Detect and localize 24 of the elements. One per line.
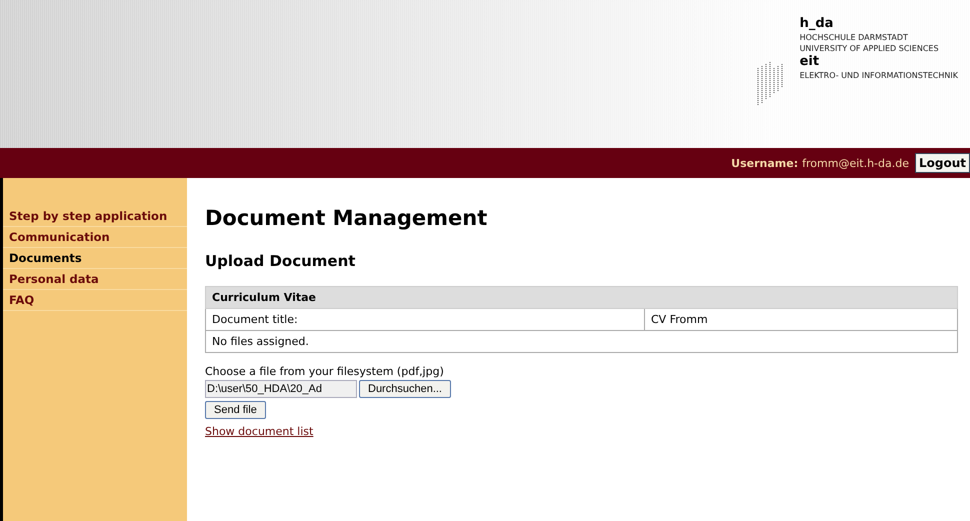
username-value: fromm@eit.h-da.de [802,156,909,170]
logo-subtitle: UNIVERSITY OF APPLIED SCIENCES [800,43,940,54]
logo-name: h_da [800,16,834,32]
logout-button[interactable]: Logout [914,153,970,173]
table-cell: Document title: [206,308,644,330]
table-cell: No files assigned. [206,330,958,352]
nav-link[interactable]: Documents [3,248,187,269]
nav-link[interactable]: Step by step application [3,206,187,227]
nav-link[interactable]: Personal data [3,269,187,290]
logo-subtitle: HOCHSCHULE DARMSTADT [800,32,909,43]
nav-link[interactable]: Communication [3,227,187,248]
department-name: eit [800,54,820,70]
upload-prompt: Choose a file from your filesystem (pdf,jpg) [205,365,444,378]
page-title: Document Management [205,206,488,230]
department-subtitle: ELEKTRO- UND INFORMATIONSTECHNIK [800,70,958,81]
table-header: Curriculum Vitae [206,286,958,308]
username-label: Username: [731,156,798,170]
section-title: Upload Document [205,252,356,270]
file-path-field[interactable]: D:\user\50_HDA\20_Ad [205,380,357,398]
browse-button[interactable]: Durchsuchen... [359,380,451,398]
table-cell: CV Fromm [644,308,958,330]
document-list-link[interactable]: Show document list [205,425,314,438]
nav-link[interactable]: FAQ [3,290,187,311]
send-file-button[interactable]: Send file [205,401,266,419]
